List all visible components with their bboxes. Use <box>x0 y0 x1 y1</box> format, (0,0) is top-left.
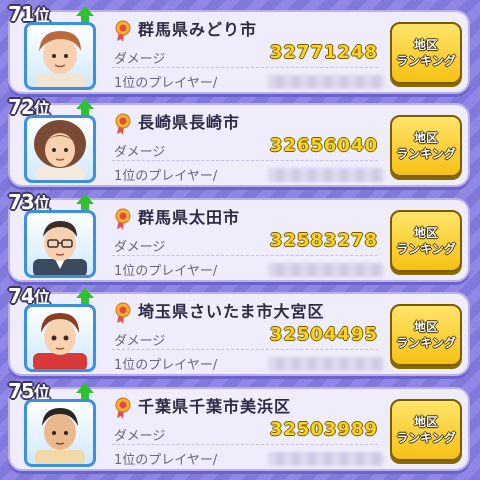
ranking-entry: 71位 群馬県みどり市 ダメージ 32771248 1位のプレイヤー/ 地区 ラ… <box>8 2 470 94</box>
region-ranking-button-label-2: ランキング <box>396 54 456 68</box>
region-ranking-button-label-2: ランキング <box>396 242 456 256</box>
damage-value: 32504495 <box>269 324 378 345</box>
divider <box>112 160 378 161</box>
medal-icon <box>115 113 131 135</box>
region-ranking-button-label-1: 地区 <box>413 320 438 334</box>
top-player-label: 1位のプレイヤー/ <box>114 76 218 91</box>
top-player-name-blurred <box>268 357 384 371</box>
damage-label: ダメージ <box>114 334 166 349</box>
boy-red-jacket-avatar <box>24 304 96 372</box>
rank-up-arrow-icon <box>76 288 94 306</box>
area-name: 長崎県長崎市 <box>138 113 241 132</box>
man-glasses-avatar <box>24 210 96 278</box>
damage-label: ダメージ <box>114 240 166 255</box>
ranking-entry: 75位 千葉県千葉市美浜区 ダメージ 32503989 1位のプレイヤー/ 地区… <box>8 379 470 471</box>
damage-value: 32503989 <box>269 419 378 440</box>
ranking-list: 71位 群馬県みどり市 ダメージ 32771248 1位のプレイヤー/ 地区 ラ… <box>0 0 480 480</box>
region-ranking-button[interactable]: 地区 ランキング <box>390 115 462 177</box>
divider <box>112 255 378 256</box>
medal-icon <box>115 397 131 419</box>
top-player-label: 1位のプレイヤー/ <box>114 358 218 373</box>
boy-brown-hair-avatar <box>24 22 96 90</box>
region-ranking-button-label-2: ランキング <box>396 431 456 445</box>
damage-label: ダメージ <box>114 145 166 160</box>
medal-icon <box>115 208 131 230</box>
region-ranking-button-label-1: 地区 <box>413 415 438 429</box>
medal-icon <box>115 20 131 42</box>
area-name: 埼玉県さいたま市大宮区 <box>138 302 325 321</box>
damage-value: 32656040 <box>269 135 378 156</box>
region-ranking-button-label-1: 地区 <box>413 38 438 52</box>
rank-up-arrow-icon <box>76 194 94 212</box>
damage-value: 32771248 <box>269 42 378 63</box>
top-player-label: 1位のプレイヤー/ <box>114 453 218 468</box>
ranking-entry: 72位 長崎県長崎市 ダメージ 32656040 1位のプレイヤー/ 地区 ラン… <box>8 95 470 187</box>
area-name: 千葉県千葉市美浜区 <box>138 397 292 416</box>
damage-label: ダメージ <box>114 52 166 67</box>
top-player-name-blurred <box>268 75 384 89</box>
area-name: 群馬県太田市 <box>138 208 241 227</box>
region-ranking-button[interactable]: 地区 ランキング <box>390 399 462 461</box>
area-name: 群馬県みどり市 <box>138 20 258 39</box>
divider <box>112 444 378 445</box>
region-ranking-button-label-1: 地区 <box>413 226 438 240</box>
top-player-label: 1位のプレイヤー/ <box>114 169 218 184</box>
top-player-label: 1位のプレイヤー/ <box>114 264 218 279</box>
divider <box>112 349 378 350</box>
region-ranking-button-label-2: ランキング <box>396 147 456 161</box>
damage-label: ダメージ <box>114 429 166 444</box>
ranking-entry: 73位 群馬県太田市 ダメージ 32583278 1位のプレイヤー/ 地区 ラン… <box>8 190 470 282</box>
medal-icon <box>115 302 131 324</box>
boy-dark-hair-avatar <box>24 399 96 467</box>
top-player-name-blurred <box>268 452 384 466</box>
top-player-name-blurred <box>268 168 384 182</box>
region-ranking-button[interactable]: 地区 ランキング <box>390 304 462 366</box>
ranking-entry: 74位 埼玉県さいたま市大宮区 ダメージ 32504495 1位のプレイヤー/ … <box>8 284 470 376</box>
damage-value: 32583278 <box>269 230 378 251</box>
region-ranking-button-label-2: ランキング <box>396 336 456 350</box>
divider <box>112 67 378 68</box>
region-ranking-button[interactable]: 地区 ランキング <box>390 210 462 272</box>
rank-up-arrow-icon <box>76 99 94 117</box>
region-ranking-button[interactable]: 地区 ランキング <box>390 22 462 84</box>
region-ranking-button-label-1: 地区 <box>413 131 438 145</box>
top-player-name-blurred <box>268 263 384 277</box>
woman-curly-hair-avatar <box>24 115 96 183</box>
rank-up-arrow-icon <box>76 383 94 401</box>
rank-up-arrow-icon <box>76 6 94 24</box>
